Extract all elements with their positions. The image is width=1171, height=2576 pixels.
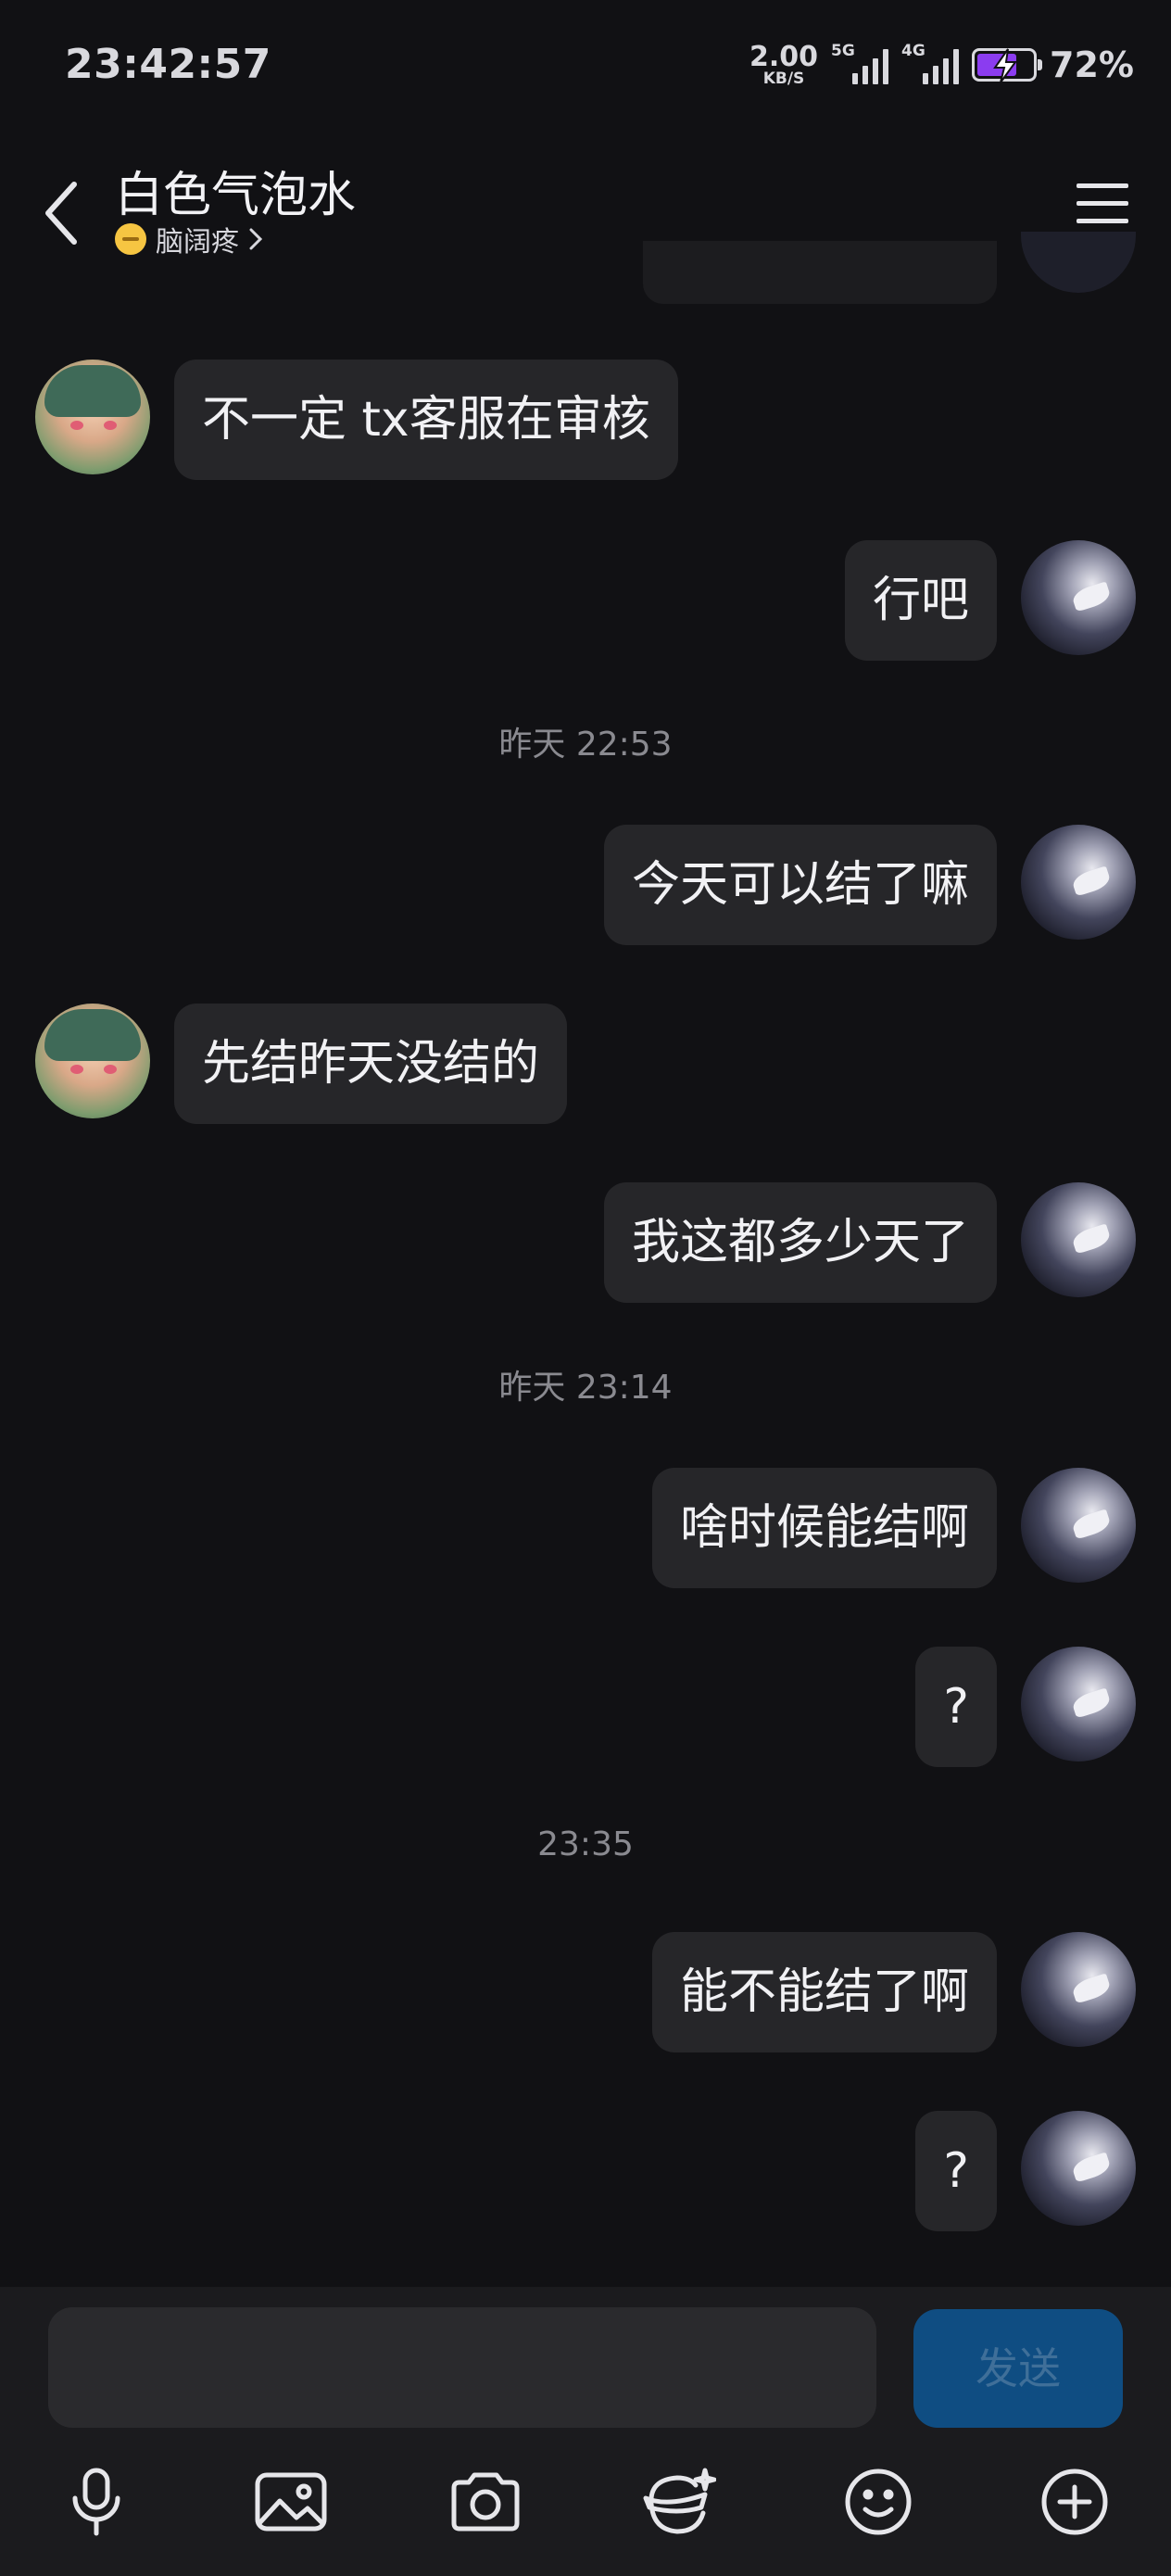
contact-status-text: 脑阔疼 bbox=[156, 226, 239, 259]
emoji-button[interactable] bbox=[839, 2463, 917, 2541]
message-bubble[interactable]: 不一定 tx客服在审核 bbox=[174, 360, 678, 480]
status-time: 23:42:57 bbox=[65, 41, 271, 88]
avatar bbox=[1021, 232, 1136, 293]
send-button[interactable]: 发送 bbox=[913, 2309, 1123, 2428]
message-bubble[interactable]: 能不能结了啊 bbox=[651, 1932, 997, 2052]
signal-5g-label: 5G bbox=[831, 42, 855, 60]
network-speed-value: 2.00 bbox=[749, 40, 819, 73]
contact-name[interactable]: 白色气泡水 bbox=[115, 156, 356, 225]
microphone-icon bbox=[72, 2468, 120, 2536]
image-button[interactable] bbox=[252, 2463, 330, 2541]
chevron-right-icon bbox=[249, 228, 263, 250]
message-bubble[interactable]: 行吧 bbox=[844, 540, 997, 661]
avatar[interactable] bbox=[1021, 2111, 1136, 2226]
message-bubble[interactable]: ? bbox=[915, 1647, 997, 1767]
avatar[interactable] bbox=[1021, 1932, 1136, 2047]
message-bubble[interactable]: ? bbox=[915, 2111, 997, 2231]
sticker-button[interactable] bbox=[639, 2463, 717, 2541]
emoji-icon bbox=[845, 2469, 912, 2535]
microphone-button[interactable] bbox=[57, 2463, 135, 2541]
avatar[interactable] bbox=[35, 1004, 150, 1118]
avatar[interactable] bbox=[1021, 825, 1136, 940]
avatar[interactable] bbox=[1021, 1468, 1136, 1583]
avatar[interactable] bbox=[1021, 1182, 1136, 1297]
emoji-icon bbox=[115, 223, 146, 255]
back-button[interactable] bbox=[33, 167, 89, 259]
previous-message-bubble bbox=[643, 241, 997, 304]
avatar[interactable] bbox=[1021, 540, 1136, 655]
avatar[interactable] bbox=[35, 360, 150, 474]
menu-button[interactable] bbox=[1075, 176, 1130, 232]
signal-4g-icon: 4G bbox=[901, 42, 960, 88]
network-speed-unit: KB/S bbox=[762, 69, 805, 88]
avatar[interactable] bbox=[1021, 1647, 1136, 1762]
more-button[interactable] bbox=[1036, 2463, 1114, 2541]
message-bubble[interactable]: 先结昨天没结的 bbox=[174, 1004, 568, 1124]
input-area: 发送 bbox=[0, 2287, 1171, 2576]
status-bar: 23:42:57 2.00 KB/S 5G 4G 72% bbox=[0, 0, 1171, 139]
signal-4g-label: 4G bbox=[901, 42, 925, 60]
battery-icon bbox=[972, 48, 1043, 83]
camera-icon bbox=[451, 2472, 520, 2532]
sticker-icon bbox=[643, 2468, 716, 2534]
plus-icon bbox=[1041, 2469, 1108, 2535]
back-icon bbox=[45, 182, 77, 245]
image-icon bbox=[255, 2472, 327, 2532]
status-indicators: 2.00 KB/S 5G 4G 72% bbox=[749, 37, 1134, 93]
message-bubble[interactable]: 啥时候能结啊 bbox=[651, 1468, 997, 1588]
message-input[interactable] bbox=[48, 2307, 876, 2428]
battery-percent: 72% bbox=[1050, 44, 1134, 85]
signal-5g-icon: 5G bbox=[831, 42, 889, 88]
network-speed: 2.00 KB/S bbox=[749, 40, 819, 88]
timestamp: 23:35 bbox=[537, 1825, 634, 1863]
message-bubble[interactable]: 我这都多少天了 bbox=[603, 1182, 997, 1303]
contact-status[interactable]: 脑阔疼 bbox=[115, 221, 263, 259]
message-bubble[interactable]: 今天可以结了嘛 bbox=[603, 825, 997, 945]
timestamp: 昨天 23:14 bbox=[498, 1369, 673, 1407]
camera-button[interactable] bbox=[447, 2463, 524, 2541]
menu-icon bbox=[1077, 183, 1128, 223]
timestamp: 昨天 22:53 bbox=[498, 726, 673, 764]
